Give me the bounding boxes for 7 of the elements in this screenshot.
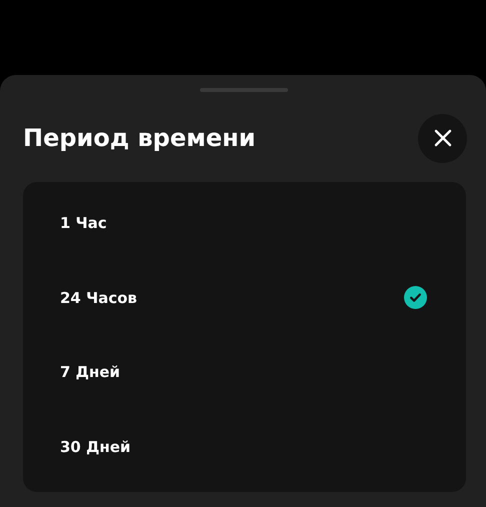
option-item[interactable]: 7 Дней	[23, 335, 466, 410]
sheet-title: Период времени	[23, 124, 256, 152]
close-button[interactable]	[418, 114, 467, 162]
option-item[interactable]: 30 Дней	[23, 410, 466, 484]
option-item[interactable]: 24 Часов	[23, 260, 466, 335]
option-item[interactable]: 1 Час	[23, 186, 466, 260]
close-icon	[434, 129, 452, 147]
